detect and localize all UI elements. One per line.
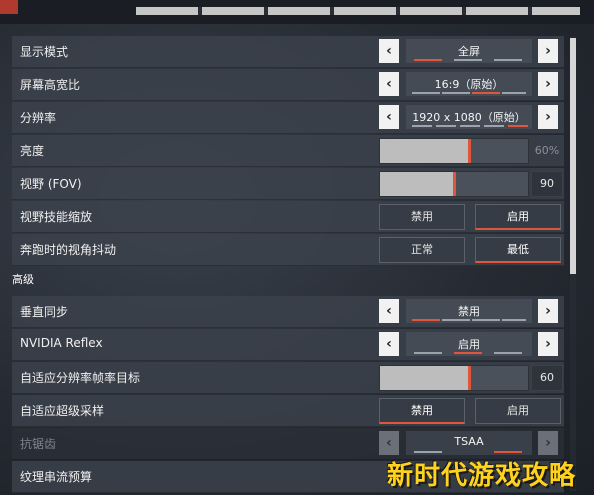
chevron-right-icon[interactable]: ›: [538, 105, 558, 129]
row-display-mode: 显示模式 ‹ 全屏 ›: [12, 36, 564, 68]
row-vsync: 垂直同步 ‹ 禁用 ›: [12, 296, 564, 328]
setting-label: 屏幕高宽比: [20, 78, 81, 92]
option-indicator: [502, 92, 526, 94]
row-sprint-view-shake: 奔跑时的视角抖动 正常 最低: [12, 234, 564, 266]
option-indicator: [414, 451, 442, 453]
chevron-left-icon[interactable]: ‹: [379, 39, 399, 63]
slider-fill: [380, 366, 468, 390]
option-indicator: [414, 59, 442, 61]
option-indicator: [472, 92, 500, 94]
row-resolution: 分辨率 ‹ 1920 x 1080（原始） ›: [12, 102, 564, 134]
chevron-left-icon[interactable]: ‹: [379, 332, 399, 356]
option-disabled-button[interactable]: 禁用: [379, 204, 465, 230]
slider-handle[interactable]: [453, 172, 456, 196]
tab-strip: [136, 7, 580, 15]
row-fov-ability-scaling: 视野技能缩放 禁用 启用: [12, 201, 564, 233]
fov-slider[interactable]: [379, 171, 529, 197]
option-indicator: [484, 125, 504, 127]
nvidia-reflex-selector: 启用: [406, 332, 532, 356]
brightness-slider[interactable]: [379, 138, 529, 164]
setting-label: 自适应分辨率帧率目标: [20, 371, 141, 385]
setting-label: 奔跑时的视角抖动: [20, 243, 117, 257]
option-indicator: [460, 125, 480, 127]
display-mode-selector: 全屏: [406, 39, 532, 63]
option-indicator: [502, 319, 526, 321]
setting-label: 视野 (FOV): [20, 177, 82, 191]
slider-fill: [380, 172, 453, 196]
chevron-right-icon[interactable]: ›: [538, 332, 558, 356]
selector-value: 全屏: [458, 45, 480, 58]
setting-label: NVIDIA Reflex: [20, 336, 103, 350]
setting-label: 垂直同步: [20, 305, 69, 319]
adaptive-resolution-value-input[interactable]: 60: [531, 365, 563, 391]
option-enabled-button[interactable]: 启用: [475, 398, 561, 424]
option-indicator: [442, 92, 470, 94]
row-brightness: 亮度 60%: [12, 135, 564, 167]
selector-value: 禁用: [458, 305, 480, 318]
option-minimal-button[interactable]: 最低: [475, 237, 561, 263]
anti-aliasing-selector: TSAA: [406, 431, 532, 455]
option-indicator: [442, 319, 470, 321]
option-enabled-button[interactable]: 启用: [475, 204, 561, 230]
option-indicator: [436, 125, 456, 127]
fov-value-input[interactable]: 90: [531, 171, 563, 197]
chevron-left-icon: ‹: [379, 431, 399, 455]
option-indicator: [412, 125, 432, 127]
chevron-left-icon[interactable]: ‹: [379, 105, 399, 129]
selector-value: 16:9（原始）: [434, 78, 504, 91]
setting-label: 亮度: [20, 144, 45, 158]
setting-label: 视野技能缩放: [20, 210, 93, 224]
scrollbar-thumb[interactable]: [570, 38, 576, 274]
setting-label: 分辨率: [20, 111, 57, 125]
slider-handle[interactable]: [468, 139, 471, 163]
option-normal-button[interactable]: 正常: [379, 237, 465, 263]
resolution-selector: 1920 x 1080（原始）: [406, 105, 532, 129]
chevron-left-icon[interactable]: ‹: [379, 72, 399, 96]
row-aspect-ratio: 屏幕高宽比 ‹ 16:9（原始） ›: [12, 69, 564, 101]
option-indicator: [472, 319, 500, 321]
slider-handle[interactable]: [468, 366, 471, 390]
setting-label: 纹理串流预算: [20, 470, 93, 484]
top-bar: [0, 0, 594, 24]
setting-label: 抗锯齿: [20, 437, 57, 451]
row-fov: 视野 (FOV) 90: [12, 168, 564, 200]
corner-accent: [0, 0, 18, 14]
chevron-right-icon: ›: [538, 431, 558, 455]
option-indicator: [494, 451, 522, 453]
option-indicator: [412, 319, 440, 321]
selector-value: 1920 x 1080（原始）: [412, 111, 526, 124]
option-indicator: [494, 352, 522, 354]
chevron-right-icon[interactable]: ›: [538, 299, 558, 323]
setting-label: 显示模式: [20, 45, 69, 59]
vsync-selector: 禁用: [406, 299, 532, 323]
chevron-right-icon[interactable]: ›: [538, 72, 558, 96]
option-disabled-button[interactable]: 禁用: [379, 398, 465, 424]
adaptive-resolution-slider[interactable]: [379, 365, 529, 391]
setting-label: 自适应超级采样: [20, 404, 105, 418]
chevron-right-icon[interactable]: ›: [538, 39, 558, 63]
option-indicator: [454, 59, 482, 61]
row-adaptive-resolution: 自适应分辨率帧率目标 60: [12, 362, 564, 394]
option-indicator: [454, 352, 482, 354]
option-indicator: [412, 92, 440, 94]
chevron-left-icon[interactable]: ‹: [379, 299, 399, 323]
option-indicator: [508, 125, 528, 127]
slider-fill: [380, 139, 468, 163]
option-indicator: [494, 59, 522, 61]
row-adaptive-supersampling: 自适应超级采样 禁用 启用: [12, 395, 564, 427]
row-nvidia-reflex: NVIDIA Reflex ‹ 启用 ›: [12, 329, 564, 361]
section-title-advanced: 高级: [12, 273, 34, 286]
selector-value: TSAA: [454, 435, 484, 448]
watermark-text: 新时代游戏攻略: [387, 461, 577, 491]
selector-value: 启用: [458, 338, 480, 351]
aspect-ratio-selector: 16:9（原始）: [406, 72, 532, 96]
option-indicator: [414, 352, 442, 354]
brightness-value: 60%: [534, 144, 560, 157]
